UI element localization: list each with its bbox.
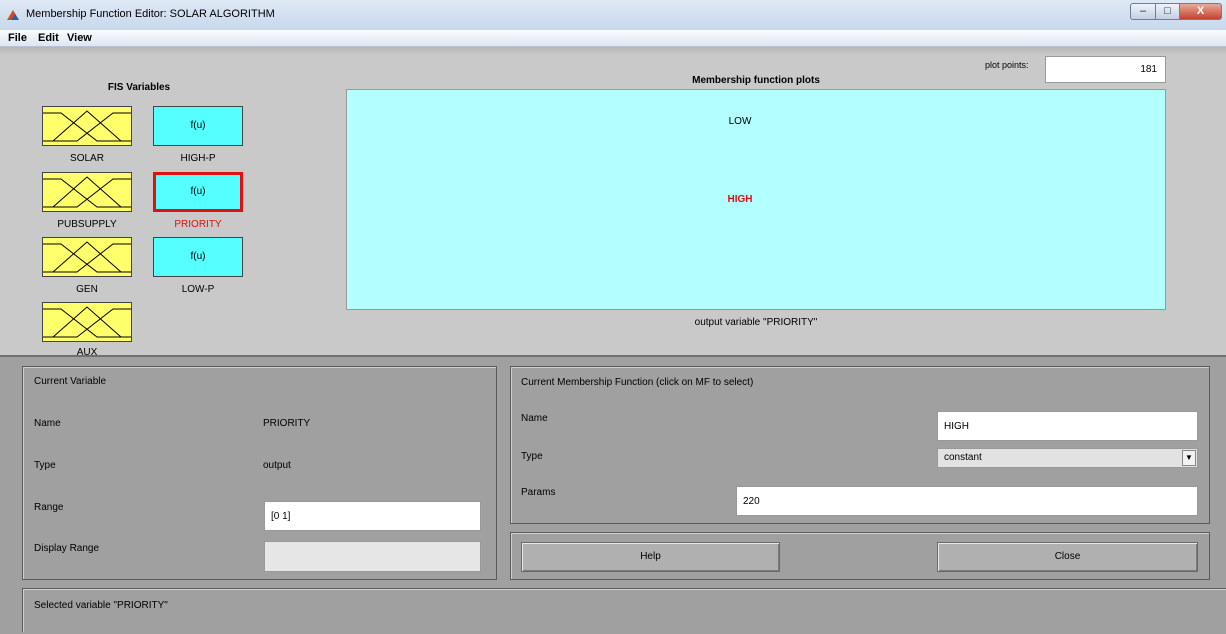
input-var-pubsupply[interactable]	[42, 172, 132, 212]
current-variable-panel: Current Variable Name PRIORITY Type outp…	[22, 366, 497, 580]
range-input[interactable]	[264, 501, 481, 531]
mf-type-select[interactable]: constant ▼	[937, 448, 1198, 468]
maximize-button[interactable]: □	[1156, 3, 1180, 20]
params-input[interactable]	[736, 486, 1198, 516]
fis-variables-heading: FIS Variables	[107, 82, 171, 93]
display-range-label: Display Range	[34, 543, 100, 554]
mf-curves-icon	[43, 241, 131, 273]
matlab-icon	[7, 10, 19, 20]
input-var-aux[interactable]	[42, 302, 132, 342]
input-var-solar[interactable]	[42, 106, 132, 146]
plot-points-input[interactable]	[1045, 56, 1166, 83]
mf-curves-icon	[43, 110, 131, 142]
function-glyph: f(u)	[190, 251, 206, 262]
plot-caption: output variable "PRIORITY"	[694, 317, 818, 328]
variable-name-value: PRIORITY	[263, 418, 311, 429]
name-label: Name	[34, 418, 61, 429]
current-mf-panel: Current Membership Function (click on MF…	[510, 366, 1210, 524]
params-label: Params	[521, 487, 556, 498]
output-var-low-p[interactable]: f(u)	[153, 237, 243, 277]
mf-name-label: Name	[521, 413, 548, 424]
mf-type-label: Type	[521, 451, 543, 462]
status-text: Selected variable "PRIORITY"	[34, 600, 168, 611]
mf-curves-icon	[43, 306, 131, 338]
menu-view[interactable]: View	[67, 32, 92, 44]
dropdown-arrow-icon[interactable]: ▼	[1182, 450, 1196, 466]
help-button[interactable]: Help	[521, 542, 780, 572]
mf-label-low[interactable]: LOW	[680, 116, 800, 127]
input-var-label: SOLAR	[70, 153, 104, 164]
close-icon: X	[1196, 5, 1205, 17]
range-label: Range	[34, 502, 64, 513]
output-var-high-p[interactable]: f(u)	[153, 106, 243, 146]
status-panel: Selected variable "PRIORITY"	[22, 588, 1226, 632]
title-bar: Membership Function Editor: SOLAR ALGORI…	[0, 0, 1226, 31]
output-var-label: LOW-P	[181, 284, 215, 295]
menu-bar: File Edit View	[0, 30, 1226, 47]
menu-file[interactable]: File	[8, 32, 27, 44]
current-variable-heading: Current Variable	[34, 376, 107, 387]
type-label: Type	[34, 460, 56, 471]
plot-title: Membership function plots	[692, 75, 820, 86]
close-window-button[interactable]: X	[1180, 3, 1222, 20]
minimize-icon: ‒	[1139, 5, 1147, 17]
input-var-label: PUBSUPPLY	[57, 219, 117, 230]
mf-name-input[interactable]	[937, 411, 1198, 441]
function-glyph: f(u)	[190, 120, 206, 131]
membership-function-plot[interactable]: LOW HIGH	[346, 89, 1166, 310]
minimize-button[interactable]: ‒	[1130, 3, 1156, 20]
mf-label-high-selected[interactable]: HIGH	[680, 194, 800, 205]
current-mf-heading: Current Membership Function (click on MF…	[521, 377, 754, 388]
menu-edit[interactable]: Edit	[38, 32, 59, 44]
function-glyph: f(u)	[190, 186, 206, 197]
menu-separator	[0, 47, 1226, 55]
buttons-panel: Help Close	[510, 532, 1210, 580]
output-var-label: HIGH-P	[180, 153, 216, 164]
variable-type-value: output	[263, 460, 291, 471]
mf-type-value: constant	[944, 452, 982, 463]
input-var-gen[interactable]	[42, 237, 132, 277]
display-range-input[interactable]	[264, 541, 481, 572]
mf-curves-icon	[43, 176, 131, 208]
close-button[interactable]: Close	[937, 542, 1198, 572]
window-title: Membership Function Editor: SOLAR ALGORI…	[26, 8, 275, 20]
maximize-icon: □	[1164, 5, 1171, 17]
plot-points-label: plot points:	[985, 60, 1029, 70]
output-var-priority[interactable]: f(u)	[153, 172, 243, 212]
output-var-label-selected: PRIORITY	[174, 219, 222, 230]
input-var-label: GEN	[76, 284, 98, 295]
